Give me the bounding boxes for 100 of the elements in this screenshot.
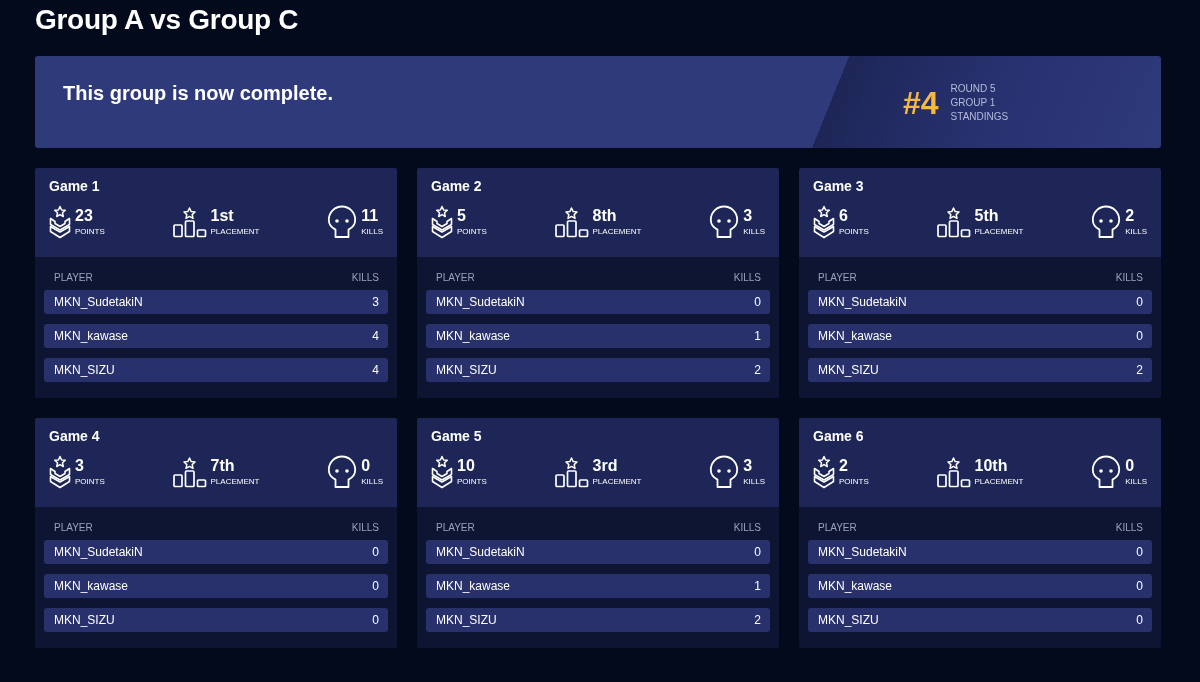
player-name: MKN_SudetakiN bbox=[818, 295, 907, 309]
standings-label: STANDINGS bbox=[950, 110, 1009, 124]
player-name: MKN_SudetakiN bbox=[54, 295, 143, 309]
player-kills: 4 bbox=[372, 363, 379, 377]
standings-rank: #4 bbox=[903, 85, 939, 121]
stat-label: POINTS bbox=[457, 227, 487, 237]
player-name: MKN_SIZU bbox=[818, 613, 879, 627]
player-kills: 0 bbox=[1136, 579, 1143, 593]
stat-value: 0 bbox=[1125, 457, 1135, 475]
chevron-star-icon bbox=[813, 455, 835, 489]
stat-label: PLACEMENT bbox=[592, 227, 642, 237]
player-kills: 3 bbox=[372, 295, 379, 309]
player-name: MKN_kawase bbox=[818, 579, 893, 593]
column-header: PLAYER bbox=[54, 271, 93, 284]
player-kills: 2 bbox=[754, 363, 761, 377]
player-kills: 0 bbox=[372, 579, 379, 593]
player-name: MKN_SIZU bbox=[436, 613, 497, 627]
stat-label: PLACEMENT bbox=[592, 477, 642, 487]
game-title: Game 5 bbox=[431, 427, 483, 445]
player-kills: 0 bbox=[1136, 329, 1143, 343]
player-name: MKN_kawase bbox=[54, 329, 129, 343]
stat-value: 6 bbox=[839, 207, 848, 225]
player-kills: 2 bbox=[1136, 363, 1143, 377]
standings-label: GROUP 1 bbox=[950, 96, 997, 110]
stat-value: 3 bbox=[743, 457, 753, 475]
player-kills: 1 bbox=[754, 579, 761, 593]
player-name: MKN_SIZU bbox=[436, 363, 497, 377]
banner-message: This group is now complete. bbox=[63, 81, 334, 105]
column-header: PLAYER bbox=[818, 521, 857, 534]
player-name: MKN_SudetakiN bbox=[818, 545, 907, 559]
stat-value: 10 bbox=[457, 457, 475, 475]
column-header: KILLS bbox=[351, 521, 379, 534]
column-header: PLAYER bbox=[436, 271, 475, 284]
player-kills: 0 bbox=[372, 545, 379, 559]
player-name: MKN_kawase bbox=[436, 329, 511, 343]
chevron-star-icon bbox=[431, 205, 453, 239]
player-name: MKN_SIZU bbox=[818, 363, 879, 377]
stat-value: 2 bbox=[1125, 207, 1135, 225]
stat-value: 3 bbox=[75, 457, 84, 475]
player-name: MKN_SudetakiN bbox=[54, 545, 143, 559]
skull-icon bbox=[1091, 455, 1122, 489]
player-kills: 4 bbox=[372, 329, 379, 343]
column-header: KILLS bbox=[733, 271, 761, 284]
podium-icon bbox=[172, 206, 207, 238]
player-kills: 0 bbox=[1136, 295, 1143, 309]
player-kills: 0 bbox=[1136, 613, 1143, 627]
stat-value: 5 bbox=[457, 207, 466, 225]
player-name: MKN_SudetakiN bbox=[436, 295, 525, 309]
stat-label: KILLS bbox=[1125, 477, 1147, 487]
player-kills: 0 bbox=[1136, 545, 1143, 559]
podium-icon bbox=[554, 456, 589, 488]
chevron-star-icon bbox=[813, 205, 835, 239]
player-name: MKN_SudetakiN bbox=[436, 545, 525, 559]
player-kills: 0 bbox=[754, 545, 761, 559]
player-name: MKN_SIZU bbox=[54, 613, 115, 627]
stat-label: POINTS bbox=[75, 477, 105, 487]
stat-label: POINTS bbox=[457, 477, 487, 487]
stat-value: 8th bbox=[592, 207, 617, 225]
stat-value: 7th bbox=[210, 457, 235, 475]
game-title: Game 3 bbox=[813, 177, 865, 195]
podium-icon bbox=[554, 206, 589, 238]
stat-value: 5th bbox=[974, 207, 999, 225]
skull-icon bbox=[1091, 205, 1122, 239]
chevron-star-icon bbox=[49, 455, 71, 489]
stat-label: KILLS bbox=[361, 477, 383, 487]
chevron-star-icon bbox=[49, 205, 71, 239]
stat-label: KILLS bbox=[361, 227, 383, 237]
standings-label: ROUND 5 bbox=[950, 82, 997, 96]
player-kills: 0 bbox=[372, 613, 379, 627]
stat-label: POINTS bbox=[839, 477, 869, 487]
stat-value: 1st bbox=[210, 207, 234, 225]
column-header: PLAYER bbox=[54, 521, 93, 534]
player-kills: 2 bbox=[754, 613, 761, 627]
game-title: Game 4 bbox=[49, 427, 101, 445]
column-header: PLAYER bbox=[818, 271, 857, 284]
stat-label: PLACEMENT bbox=[974, 477, 1024, 487]
podium-icon bbox=[936, 456, 971, 488]
stat-value: 23 bbox=[75, 207, 93, 225]
game-title: Game 1 bbox=[49, 177, 101, 195]
stat-value: 2 bbox=[839, 457, 848, 475]
player-name: MKN_kawase bbox=[54, 579, 129, 593]
skull-icon bbox=[709, 205, 740, 239]
column-header: KILLS bbox=[733, 521, 761, 534]
player-kills: 1 bbox=[754, 329, 761, 343]
stat-label: POINTS bbox=[75, 227, 105, 237]
stat-label: KILLS bbox=[1125, 227, 1147, 237]
player-name: MKN_kawase bbox=[818, 329, 893, 343]
podium-icon bbox=[936, 206, 971, 238]
game-title: Game 6 bbox=[813, 427, 865, 445]
stat-value: 10th bbox=[974, 457, 1008, 475]
stat-label: PLACEMENT bbox=[210, 477, 260, 487]
stat-value: 0 bbox=[361, 457, 371, 475]
column-header: KILLS bbox=[351, 271, 379, 284]
column-header: KILLS bbox=[1115, 271, 1143, 284]
chevron-star-icon bbox=[431, 455, 453, 489]
stat-label: KILLS bbox=[743, 227, 765, 237]
player-name: MKN_kawase bbox=[436, 579, 511, 593]
stat-label: PLACEMENT bbox=[210, 227, 260, 237]
skull-icon bbox=[327, 455, 358, 489]
player-name: MKN_SIZU bbox=[54, 363, 115, 377]
